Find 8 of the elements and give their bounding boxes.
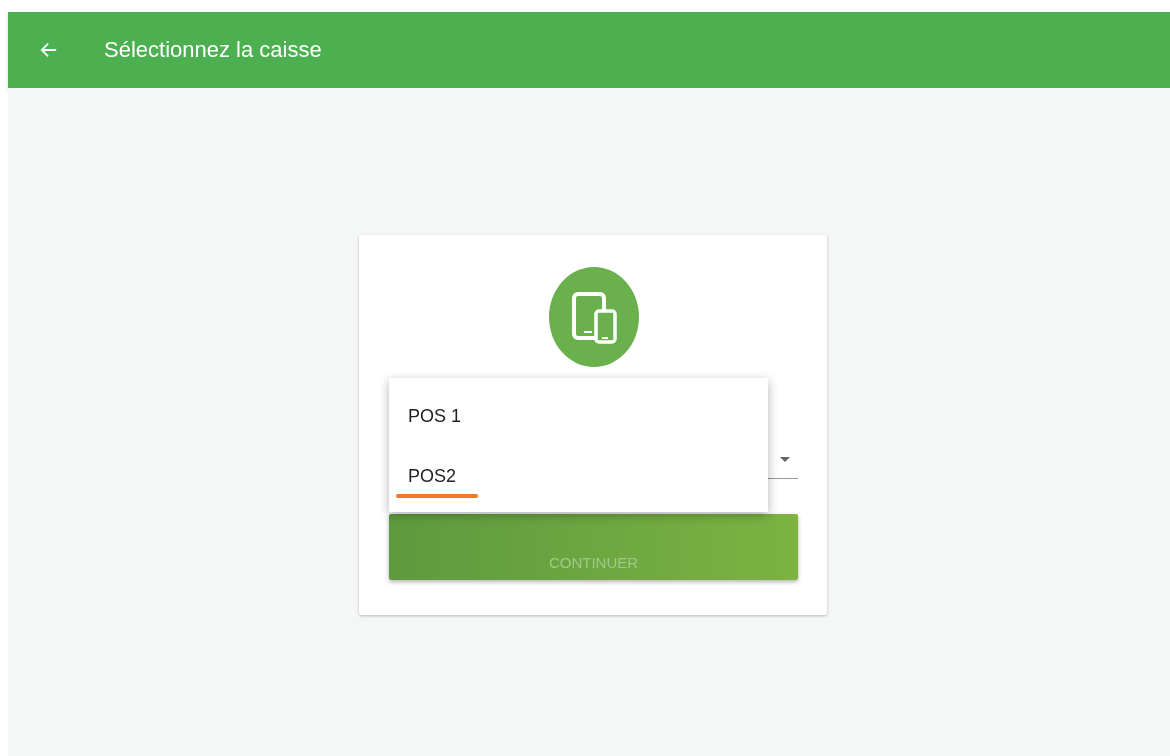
dropdown-option[interactable]: POS 1 (389, 386, 768, 446)
option-label: POS2 (408, 465, 457, 487)
dropdown-option[interactable]: POS2 (389, 446, 768, 506)
back-arrow-icon[interactable] (40, 41, 58, 59)
caret-icon (780, 457, 790, 462)
devices-icon (548, 267, 639, 367)
option-label: POS 1 (408, 405, 462, 427)
screen-title: Sélectionnez la caisse (104, 37, 322, 63)
